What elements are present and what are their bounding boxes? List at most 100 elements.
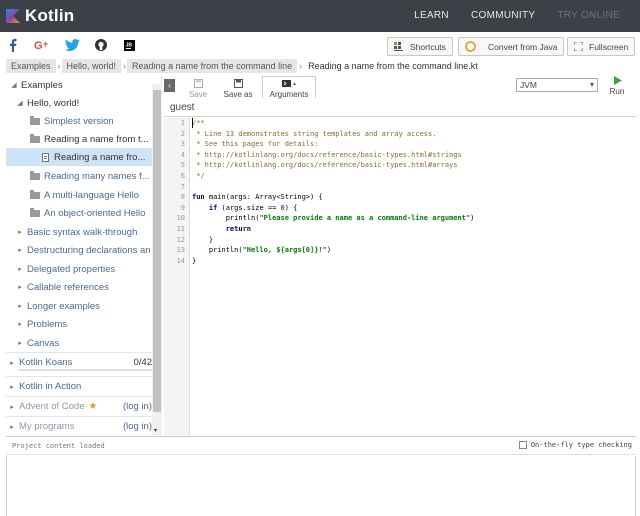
code-line: * http://kotlinlang.org/docs/reference/b…	[192, 150, 462, 159]
brand-name: Kotlin	[25, 6, 75, 25]
tree-item-simplest-version[interactable]: Simplest version	[6, 112, 152, 130]
arguments-divider	[164, 116, 636, 117]
section-label: Advent of Code	[19, 401, 85, 412]
scrollbar-thumb[interactable]	[153, 90, 161, 412]
tree-item-reading-many-names[interactable]: Reading many names f...	[6, 167, 152, 185]
tree-item-label: Destructuring declarations an	[27, 244, 151, 256]
kotlin-file-icon	[42, 152, 49, 162]
collapsed-triangle-icon: ▸	[10, 423, 14, 431]
on-the-fly-checkbox[interactable]: On-the-fly type checking	[518, 441, 632, 449]
collapsed-triangle-icon: ▸	[18, 340, 22, 347]
program-arguments-input[interactable]: guest	[170, 102, 194, 113]
code-line: if (args.size == 0) {	[192, 203, 298, 214]
collapsed-triangle-icon: ▸	[18, 247, 22, 254]
code-line: }	[192, 256, 197, 265]
save-button[interactable]: Save	[184, 76, 212, 99]
tree-item-problems[interactable]: ▸ Problems	[6, 315, 152, 333]
star-icon: ★	[88, 401, 98, 412]
section-kotlin-in-action[interactable]: ▸ Kotlin in Action	[6, 376, 152, 396]
tree-item-object-oriented-hello[interactable]: An object-oriented Hello	[6, 204, 152, 222]
code-line: /**	[192, 119, 205, 127]
code-token: ) {	[284, 203, 298, 212]
tree-item-label: Reading many names f...	[44, 170, 150, 182]
code-line: println("Hello, ${args[0]}!")	[192, 245, 331, 256]
tree-item-multi-language-hello[interactable]: A multi-language Hello	[6, 186, 152, 204]
section-label: My programs	[19, 421, 75, 432]
collapsed-triangle-icon: ▸	[10, 383, 14, 391]
section-label: Kotlin in Action	[19, 381, 82, 392]
tree-item-reading-name-file[interactable]: Reading a name fro...	[6, 148, 152, 166]
fullscreen-label: Fullscreen	[589, 41, 629, 52]
folder-icon	[30, 133, 40, 143]
tree-item-longer-examples[interactable]: ▸ Longer examples	[6, 297, 152, 315]
tree-item-hello-world[interactable]: ◢ Hello, world!	[6, 94, 152, 112]
tree-item-destructuring[interactable]: ▸ Destructuring declarations an	[6, 241, 152, 259]
code-line: fun main(args: Array<String>) {	[192, 192, 323, 203]
advent-login-link[interactable]: (log in)	[123, 401, 152, 412]
nav-learn[interactable]: LEARN	[414, 10, 449, 21]
breadcrumb-reading-name[interactable]: Reading a name from the command line	[127, 59, 298, 73]
checkbox-box[interactable]	[518, 441, 527, 449]
save-as-label: Save as	[223, 90, 253, 99]
tree-item-basic-syntax[interactable]: ▸ Basic syntax walk-through	[6, 223, 152, 241]
kotlin-logo[interactable]: Kotlin	[6, 6, 74, 26]
tree-item-label: Problems	[27, 318, 68, 330]
facebook-icon[interactable]	[8, 37, 18, 53]
jetbrains-icon[interactable]: JB	[123, 37, 135, 53]
nav-community[interactable]: COMMUNITY	[471, 10, 535, 21]
tree-item-reading-name-folder[interactable]: Reading a name from t...	[6, 130, 152, 148]
save-label: Save	[188, 90, 208, 99]
java-icon	[465, 41, 476, 52]
code-token: "Please provide a name as a command-line…	[259, 214, 471, 223]
arguments-tab[interactable]: Arguments	[262, 76, 316, 99]
tree-item-examples[interactable]: ◢ Examples	[6, 76, 152, 94]
tree-item-label: Examples	[21, 79, 63, 91]
nav-try-online[interactable]: TRY ONLINE	[557, 10, 620, 21]
breadcrumb: Examples › Hello, world! › Reading a nam…	[6, 59, 484, 73]
keyboard-icon	[394, 42, 404, 51]
github-icon[interactable]	[94, 37, 108, 53]
collapsed-triangle-icon: ▸	[18, 321, 22, 328]
breadcrumb-separator: ›	[57, 61, 61, 71]
shortcuts-label: Shortcuts	[410, 41, 446, 52]
tree-item-delegated-properties[interactable]: ▸ Delegated properties	[6, 260, 152, 278]
google-plus-icon[interactable]: G +	[34, 37, 50, 53]
code-token: (args.size ==	[217, 203, 281, 212]
shortcuts-button[interactable]: Shortcuts	[387, 37, 453, 56]
tree-item-label: Callable references	[27, 281, 109, 293]
code-editor[interactable]: /** * Line 13 demonstrates string templa…	[192, 118, 632, 436]
sidebar-scrollbar[interactable]: ▾	[152, 84, 162, 436]
checkbox-label: On-the-fly type checking	[530, 441, 632, 449]
collapsed-triangle-icon: ▸	[18, 284, 22, 291]
section-advent-of-code[interactable]: ▸ Advent of Code ★ (log in)	[6, 396, 152, 416]
collapsed-triangle-icon: ▸	[18, 229, 22, 236]
breadcrumb-examples[interactable]: Examples	[6, 59, 56, 73]
line-number: 8	[180, 193, 185, 202]
run-icon	[606, 76, 628, 87]
scroll-down-arrow-icon[interactable]: ▾	[154, 427, 157, 434]
code-line: * http://kotlinlang.org/docs/reference/b…	[192, 161, 458, 170]
breadcrumb-hello-world[interactable]: Hello, world!	[61, 59, 122, 73]
tree-item-callable-references[interactable]: ▸ Callable references	[6, 278, 152, 296]
console-status-bar: Project content loaded On-the-fly type c…	[6, 437, 636, 455]
tree-item-canvas[interactable]: ▸ Canvas	[6, 334, 152, 352]
save-as-icon	[220, 79, 256, 90]
tree-item-label: Reading a name fro...	[54, 151, 146, 163]
app-root: Kotlin LEARN COMMUNITY TRY ONLINE G+ JB	[0, 0, 640, 516]
fullscreen-button[interactable]: Fullscreen	[567, 37, 635, 56]
programs-login-link[interactable]: (log in)	[123, 421, 152, 432]
section-my-programs[interactable]: ▸ My programs (log in)	[6, 416, 152, 436]
code-token: )	[326, 246, 332, 255]
section-kotlin-koans[interactable]: ▸ Kotlin Koans 0/42	[6, 352, 152, 372]
convert-label: Convert from Java	[488, 41, 558, 52]
twitter-icon[interactable]	[64, 37, 80, 53]
tree-item-label: Hello, world!	[27, 97, 80, 109]
collapse-sidebar-icon[interactable]: ‹	[164, 79, 175, 92]
folder-icon	[30, 115, 40, 125]
platform-select[interactable]: JVM	[516, 78, 598, 92]
run-button[interactable]: Run	[606, 76, 628, 96]
convert-from-java-button[interactable]: Convert from Java	[458, 37, 564, 56]
tree-item-label: An object-oriented Hello	[44, 207, 146, 219]
save-as-button[interactable]: Save as	[220, 76, 256, 99]
koans-progress-count: 0/42	[133, 357, 153, 368]
